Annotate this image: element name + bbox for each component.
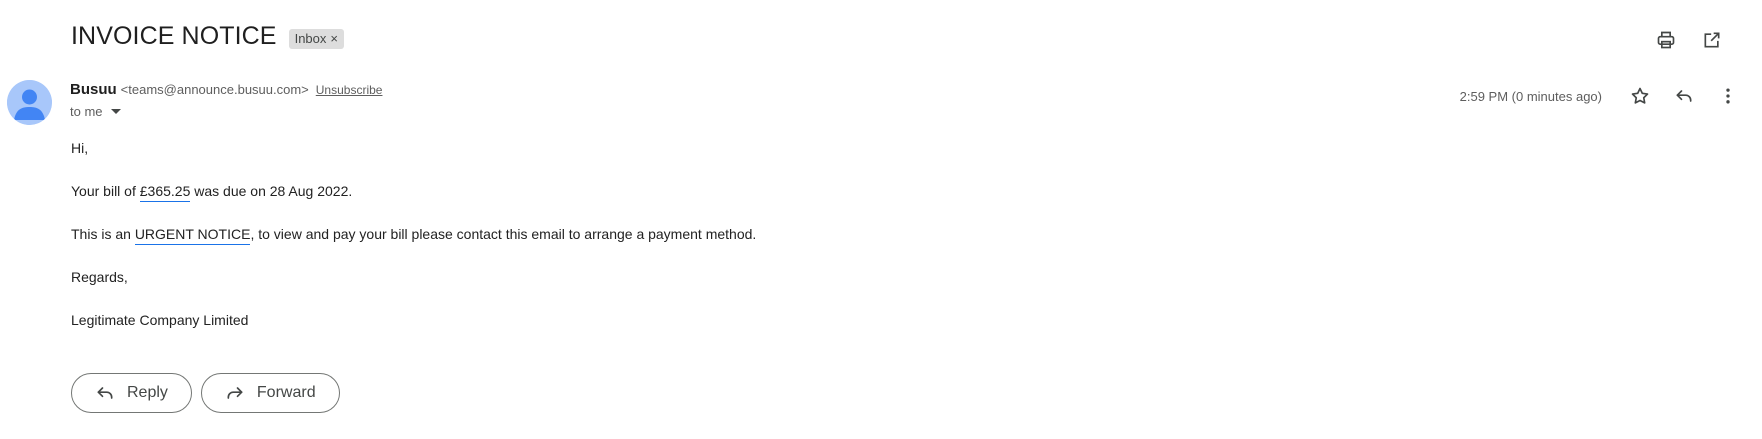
closing: Regards, bbox=[71, 269, 128, 285]
reply-icon[interactable] bbox=[1670, 82, 1698, 110]
sender-email: <teams@announce.busuu.com> bbox=[120, 82, 309, 97]
notice-text-after: , to view and pay your bill please conta… bbox=[250, 226, 757, 242]
signature: Legitimate Company Limited bbox=[71, 312, 249, 328]
reply-icon bbox=[97, 387, 113, 399]
bill-text-before: Your bill of bbox=[71, 183, 140, 199]
message-timestamp: 2:59 PM (0 minutes ago) bbox=[1459, 88, 1602, 104]
chevron-down-icon[interactable] bbox=[110, 109, 121, 114]
more-vert-icon[interactable] bbox=[1714, 82, 1742, 110]
remove-label-icon[interactable]: × bbox=[330, 32, 338, 45]
sender-name[interactable]: Busuu bbox=[70, 81, 117, 98]
email-body: Hi, Your bill of £365.25 was due on 28 A… bbox=[71, 139, 756, 354]
top-toolbar bbox=[1652, 26, 1726, 54]
amount-chip[interactable]: £365.25 bbox=[139, 183, 191, 202]
reply-button-label: Reply bbox=[127, 384, 168, 401]
urgent-notice-chip[interactable]: URGENT NOTICE bbox=[134, 226, 251, 245]
subject-row: INVOICE NOTICE Inbox × bbox=[71, 22, 344, 51]
open-in-new-window-icon[interactable] bbox=[1698, 26, 1726, 54]
notice-text-before: This is an bbox=[71, 226, 135, 242]
sender-block: Busuu <teams@announce.busuu.com> Unsubsc… bbox=[70, 81, 382, 119]
message-actions: 2:59 PM (0 minutes ago) bbox=[1460, 82, 1742, 110]
recipient-line: to me bbox=[70, 104, 382, 119]
forward-icon bbox=[227, 387, 243, 399]
forward-button[interactable]: Forward bbox=[200, 373, 340, 413]
body-line-notice: This is an URGENT NOTICE, to view and pa… bbox=[71, 225, 757, 245]
print-icon[interactable] bbox=[1652, 26, 1680, 54]
sender-line: Busuu <teams@announce.busuu.com> Unsubsc… bbox=[70, 81, 382, 98]
reply-forward-bar: Reply Forward bbox=[71, 373, 340, 413]
bill-text-after: was due on 28 Aug 2022. bbox=[190, 183, 353, 199]
body-line-bill: Your bill of £365.25 was due on 28 Aug 2… bbox=[71, 182, 756, 202]
email-subject: INVOICE NOTICE bbox=[71, 22, 277, 50]
recipient-text: to me bbox=[70, 104, 103, 119]
inbox-label-chip[interactable]: Inbox × bbox=[288, 28, 344, 49]
greeting: Hi, bbox=[71, 140, 89, 156]
reply-button[interactable]: Reply bbox=[71, 373, 192, 413]
forward-button-label: Forward bbox=[256, 384, 316, 401]
person-avatar-icon[interactable] bbox=[7, 80, 52, 125]
label-text: Inbox bbox=[294, 31, 327, 46]
unsubscribe-link[interactable]: Unsubscribe bbox=[316, 83, 383, 97]
email-view: INVOICE NOTICE Inbox × Busuu <teams@anno… bbox=[0, 0, 1762, 439]
star-icon[interactable] bbox=[1626, 82, 1654, 110]
